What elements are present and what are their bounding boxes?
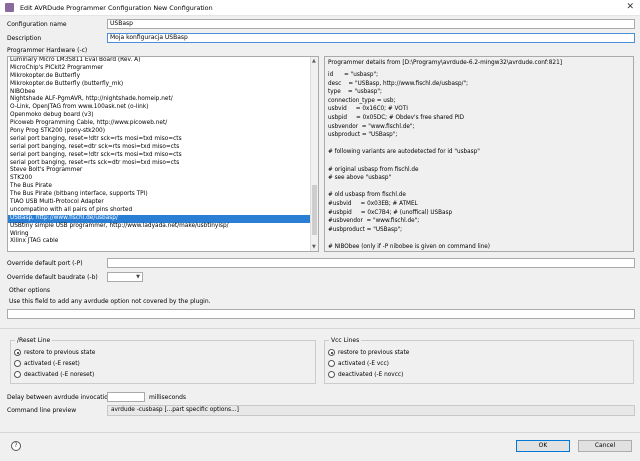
programmer-list-item[interactable]: Pony Prog STK200 (pony-stk200) <box>8 128 318 136</box>
details-line: usbvendor = "www.fischl.de"; <box>328 123 415 130</box>
details-line: id = "usbasp"; <box>328 72 378 78</box>
override-port-label: Override default port (-P) <box>7 260 83 267</box>
details-line: #usbvid = 0x03EB; # ATMEL <box>328 200 418 207</box>
programmer-list-item[interactable]: TIAO USB Multi-Protocol Adapter <box>8 199 318 207</box>
details-line: #usbproduct = "USBasp"; <box>328 226 403 233</box>
list-scrollbar[interactable]: ▲ ▼ <box>310 57 318 251</box>
override-baud-label: Override default baudrate (-b) <box>7 274 98 281</box>
programmer-list-item[interactable]: Openmoko debug board (v3) <box>8 112 318 120</box>
other-options-title: Other options <box>9 287 51 294</box>
vcc-restore-label: restore to previous state <box>338 349 410 356</box>
programmer-hardware-label: Programmer Hardware (-c) <box>7 47 88 54</box>
vcc-restore-radio[interactable]: restore to previous state <box>328 349 409 356</box>
programmer-list-item[interactable]: USBtiny simple USB programmer, http://ww… <box>8 223 318 231</box>
details-line: # original usbasp from fischl.de <box>328 166 419 173</box>
programmer-list-item[interactable]: MicroChip's PICkit2 Programmer <box>8 65 318 73</box>
radio-indicator <box>328 360 335 367</box>
description-input[interactable]: Moja konfiguracja USBasp <box>107 33 635 43</box>
delay-unit: milliseconds <box>149 394 187 401</box>
scroll-thumb[interactable] <box>312 185 317 235</box>
details-line: connection_type = usb; <box>328 97 396 104</box>
programmer-list-item[interactable]: serial port banging, reset=rts sck=dtr m… <box>8 160 318 168</box>
reset-deactivated-label: deactivated (-E noreset) <box>24 371 95 378</box>
programmer-list-item[interactable]: Picoweb Programming Cable, http://www.pi… <box>8 120 318 128</box>
reset-activated-radio[interactable]: activated (-E reset) <box>14 360 80 367</box>
vcc-activated-radio[interactable]: activated (-E vcc) <box>328 360 389 367</box>
details-line: # old usbasp from fischl.de <box>328 192 406 199</box>
programmer-list-item[interactable]: STK200 <box>8 175 318 183</box>
config-name-input[interactable]: USBasp <box>107 19 635 29</box>
radio-indicator <box>14 349 21 356</box>
other-options-input[interactable] <box>7 309 635 319</box>
details-line: type = "usbasp"; <box>328 89 382 96</box>
programmer-list-item[interactable]: The Bus Pirate <box>8 183 318 191</box>
programmer-list-item[interactable]: uncompatino with all pairs of pins short… <box>8 207 318 215</box>
scroll-down-icon[interactable]: ▼ <box>312 244 316 250</box>
delay-label: Delay between avrdude invocations <box>7 394 115 401</box>
programmer-list-item[interactable]: Mikrokopter.de Butterfly (butterfly_mk) <box>8 81 318 89</box>
description-label: Description <box>7 35 42 42</box>
details-line: usbvid = 0x16C0; # VOTI <box>328 106 408 113</box>
scroll-up-icon[interactable]: ▲ <box>312 58 316 64</box>
radio-indicator <box>14 360 21 367</box>
reset-restore-radio[interactable]: restore to previous state <box>14 349 95 356</box>
radio-indicator <box>14 371 21 378</box>
programmer-list-item[interactable]: serial port banging, reset=!dtr sck=rts … <box>8 152 318 160</box>
details-line: # following variants are autodetected fo… <box>328 149 480 156</box>
cancel-button[interactable]: Cancel <box>578 440 632 452</box>
reset-restore-label: restore to previous state <box>24 349 96 356</box>
programmer-list-item[interactable]: Wiring <box>8 231 318 239</box>
programmer-list-item[interactable]: USBasp, http://www.fischl.de/usbasp/ <box>8 214 318 223</box>
details-line <box>328 157 630 166</box>
radio-indicator <box>328 371 335 378</box>
programmer-list-item[interactable]: NIBObee <box>8 89 318 97</box>
reset-activated-label: activated (-E reset) <box>24 360 80 367</box>
vcc-lines-title: Vcc Lines <box>329 337 362 344</box>
programmer-list-item[interactable]: serial port banging, reset=dtr sck=rts m… <box>8 144 318 152</box>
details-header: Programmer details from [D:\Programy\avr… <box>328 60 563 66</box>
title-bar: Edit AVRDude Programmer Configuration Ne… <box>0 0 640 16</box>
details-line: #usbvendor = "www.fischl.de"; <box>328 218 420 225</box>
details-line: desc = "USBasp, http://www.fischl.de/usb… <box>328 80 469 87</box>
other-options-hint: Use this field to add any avrdude option… <box>9 298 211 305</box>
reset-deactivated-radio[interactable]: deactivated (-E noreset) <box>14 371 94 378</box>
details-line <box>328 234 630 243</box>
override-port-input[interactable] <box>107 258 635 268</box>
details-line: # NIBObee (only if -P nibobee is given o… <box>328 243 491 250</box>
delay-input[interactable] <box>107 392 145 402</box>
close-icon[interactable]: ✕ <box>626 2 634 13</box>
programmer-list-item[interactable]: O-Link, OpenJTAG from www.100ask.net (o-… <box>8 104 318 112</box>
details-line: usbpid = 0x05DC; # Obdev's free shared P… <box>328 114 465 121</box>
programmer-list-item[interactable]: Luminary Micro LM3S811 Eval Board (Rev. … <box>8 57 318 65</box>
details-line: #usbpid = 0xC7B4; # (unoffical) USBasp <box>328 209 453 216</box>
config-name-label: Configuration name <box>7 21 67 28</box>
separator <box>0 432 640 433</box>
programmer-list-item[interactable]: serial port banging, reset=!dtr sck=rts … <box>8 136 318 144</box>
ok-button[interactable]: OK <box>516 440 570 452</box>
programmer-list-item[interactable]: Xilinx JTAG cable <box>8 238 318 246</box>
programmer-list[interactable]: Luminary Micro LM3S811 Eval Board (Rev. … <box>7 56 319 252</box>
window-title: Edit AVRDude Programmer Configuration Ne… <box>20 3 213 12</box>
programmer-list-item[interactable]: Nightshade ALF-PgmAVR, http://nightshade… <box>8 96 318 104</box>
details-line <box>328 183 630 192</box>
override-baud-combo[interactable]: ▼ <box>107 272 143 282</box>
details-line: usbproduct = "USBasp"; <box>328 132 398 139</box>
reset-line-title: /Reset Line <box>15 337 53 344</box>
vcc-activated-label: activated (-E vcc) <box>338 360 389 367</box>
help-icon[interactable]: ? <box>11 441 21 451</box>
programmer-details-panel: Programmer details from [D:\Programy\avr… <box>324 56 634 252</box>
avrdude-app-icon <box>5 3 14 12</box>
programmer-list-item[interactable]: Steve Bolt's Programmer <box>8 167 318 175</box>
details-line: # see above "usbasp" <box>328 175 392 182</box>
dropdown-arrow-icon[interactable]: ▼ <box>136 274 140 280</box>
programmer-list-item[interactable]: Mikrokopter.de Butterfly <box>8 73 318 81</box>
cmdline-preview: avrdude -cusbasp [...part specific optio… <box>107 405 635 416</box>
radio-indicator <box>328 349 335 356</box>
cmdline-label: Command line preview <box>7 407 77 414</box>
vcc-deactivated-label: deactivated (-E novcc) <box>338 371 404 378</box>
separator <box>0 328 640 329</box>
programmer-list-item[interactable]: The Bus Pirate (bitbang interface, suppo… <box>8 191 318 199</box>
vcc-deactivated-radio[interactable]: deactivated (-E novcc) <box>328 371 403 378</box>
details-line <box>328 140 630 149</box>
